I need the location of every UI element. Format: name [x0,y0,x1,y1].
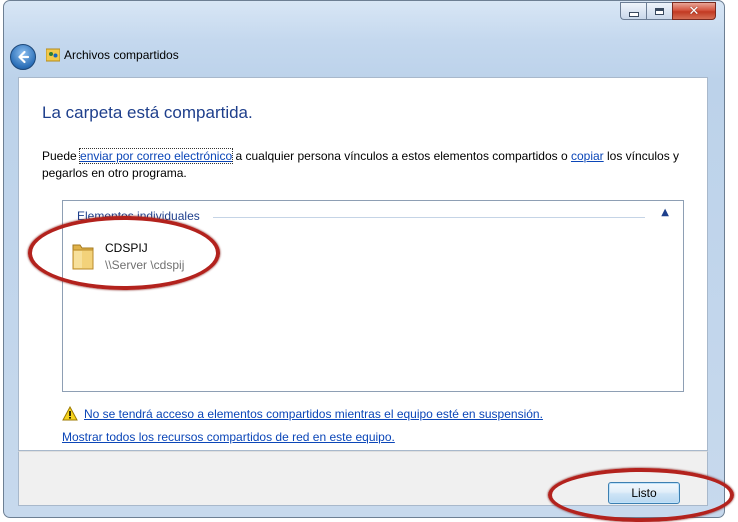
group-divider [213,217,645,218]
back-button[interactable] [10,44,36,70]
maximize-button[interactable] [646,2,672,20]
maximize-icon [655,7,664,15]
back-arrow-icon [18,50,30,64]
sharing-icon [46,48,60,62]
email-link[interactable]: enviar por correo electrónico [79,148,234,164]
description-middle: a cualquier persona vínculos a estos ele… [232,149,571,163]
standby-warning-link[interactable]: No se tendrá acceso a elementos comparti… [84,407,543,421]
window-controls: ✕ [620,2,716,20]
annotation-circle-button [548,468,734,522]
minimize-button[interactable] [620,2,646,20]
page-heading: La carpeta está compartida. [42,103,253,122]
show-all-shares-link[interactable]: Mostrar todos los recursos compartidos d… [62,430,395,444]
warning-icon [62,406,78,421]
annotation-circle [28,216,220,290]
close-icon: ✕ [688,3,700,19]
description-text: Puede enviar por correo electrónico a cu… [42,148,688,182]
copy-link[interactable]: copiar [571,149,604,163]
minimize-icon [628,11,639,17]
window-title: Archivos compartidos [64,48,179,62]
warning-row: No se tendrá acceso a elementos comparti… [62,406,543,421]
collapse-chevron-icon[interactable]: ▲ [661,207,669,218]
description-prefix: Puede [42,149,81,163]
close-button[interactable]: ✕ [672,2,716,20]
